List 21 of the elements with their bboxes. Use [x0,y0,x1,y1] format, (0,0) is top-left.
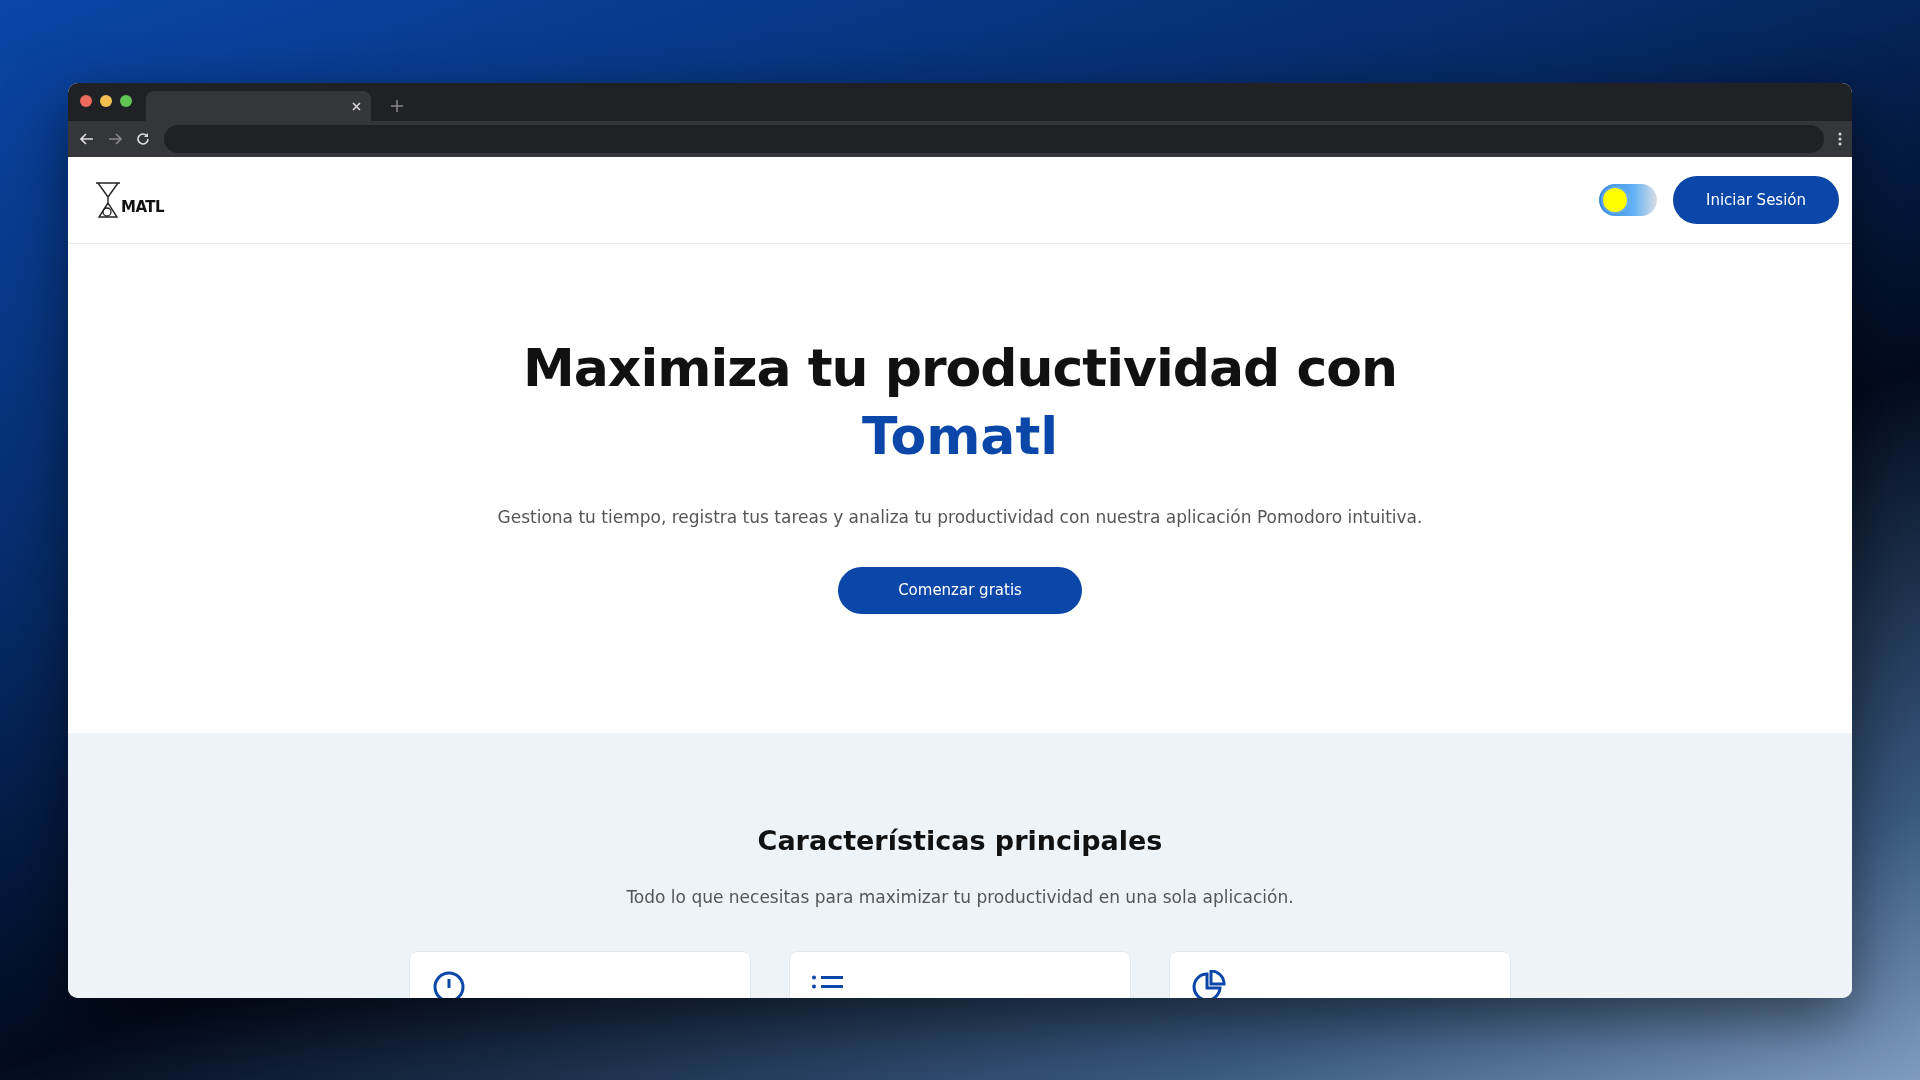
close-tab-icon[interactable] [352,101,361,111]
forward-arrow-icon[interactable] [108,133,122,145]
back-arrow-icon[interactable] [80,133,94,145]
close-window-icon[interactable] [80,95,92,107]
brand-name: Tomatl [861,404,1059,468]
maximize-window-icon[interactable] [120,95,132,107]
pie-chart-icon [1192,969,1228,998]
features-title: Características principales [757,825,1163,858]
menu-icon[interactable] [1838,132,1842,146]
features-subtitle: Todo lo que necesitas para maximizar tu productividad en una sola aplicación. [626,886,1294,910]
login-button[interactable]: Iniciar Sesión [1673,176,1839,224]
new-tab-icon[interactable] [391,100,403,112]
reload-icon[interactable] [136,132,150,146]
logo-text: MATL [121,196,165,218]
start-free-button[interactable]: Comenzar gratis [838,566,1082,614]
theme-toggle[interactable] [1599,184,1657,216]
hero-title: Maximiza tu productividad con [523,337,1397,400]
list-icon [812,975,844,990]
minimize-window-icon[interactable] [100,95,112,107]
hourglass-logo-icon [95,182,121,218]
hero-subtitle: Gestiona tu tiempo, registra tus tareas y analiza tu productividad con nuestra aplicación Pomodoro intuitiva. [497,506,1423,530]
